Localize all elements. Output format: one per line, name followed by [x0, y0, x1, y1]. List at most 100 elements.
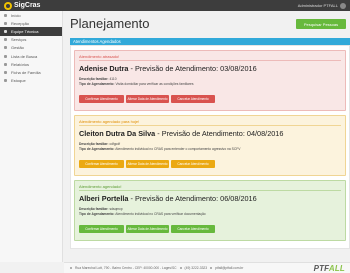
detail-value: sdsqmcp	[109, 207, 123, 211]
sidebar-item-gestao[interactable]: Gestão	[0, 44, 62, 52]
cancel-button[interactable]: Cancelar Atendimento	[171, 225, 215, 233]
sidebar-item-label: Gestão	[11, 45, 24, 51]
home-icon	[4, 13, 7, 17]
detail-value: 4110	[109, 77, 117, 81]
change-date-button[interactable]: Alterar Data de Atendimento	[126, 160, 169, 168]
app-name: SigCras	[14, 2, 41, 9]
patient-name: Cleiton Dutra Da Silva	[79, 129, 156, 138]
footer: Rua Marechal Lott, 790 - Bairro Centro -…	[64, 262, 350, 273]
user-avatar-icon	[340, 2, 346, 9]
sidebar-item-ficha-de-familia[interactable]: Ficha de Família	[0, 68, 62, 76]
footer-contact: Rua Marechal Lott, 790 - Bairro Centro -…	[70, 266, 243, 270]
patient-name: Adenise Dutra	[79, 64, 129, 73]
sidebar-item-relatorios[interactable]: Relatórios	[0, 60, 62, 68]
detail-label: Descrição familiar:	[79, 207, 109, 211]
detail-value: cdfgcdf	[109, 142, 121, 146]
appointment-type: Tipo de Agendamento: Atendimento individ…	[79, 212, 206, 216]
detail-label: Descrição familiar:	[79, 142, 109, 146]
card-actions: Confirmar Atendimento Alterar Data de At…	[79, 160, 215, 168]
sidebar-item-lista-de-busca[interactable]: Lista de Busca	[0, 52, 62, 60]
appointments-panel: Atendimento atrasado! Adenise Dutra - Pr…	[70, 45, 350, 249]
sidebar-item-label: Relatórios	[11, 61, 30, 67]
services-icon	[4, 38, 7, 42]
footer-email: ptfall@ptfall.com.br	[215, 266, 244, 270]
divider	[79, 190, 341, 191]
search-people-label: Pesquisar Pessoas	[303, 21, 339, 27]
patient-heading: Cleiton Dutra Da Silva - Previsão de Ate…	[79, 129, 283, 138]
patient-heading: Adenise Dutra - Previsão de Atendimento:…	[79, 64, 257, 73]
logo-part-b: ALL	[328, 264, 345, 273]
family-icon	[4, 70, 7, 74]
change-date-button[interactable]: Alterar Data de Atendimento	[126, 225, 169, 233]
family-description: Descrição familiar: 4110	[79, 77, 117, 81]
cancel-button[interactable]: Cancelar Atendimento	[171, 95, 215, 103]
email-icon	[210, 267, 213, 269]
sidebar-item-label: Estoque	[11, 78, 26, 84]
change-date-button[interactable]: Alterar Data de Atendimento	[126, 95, 169, 103]
cancel-button[interactable]: Cancelar Atendimento	[171, 160, 215, 168]
sidebar-item-inicio[interactable]: Início	[0, 11, 62, 19]
sidebar-item-equipe-tecnica[interactable]: Equipe Técnica	[0, 27, 62, 36]
appointment-card: Atendimento agendado para hoje! Cleiton …	[74, 115, 346, 176]
status-badge: Atendimento agendado!	[79, 184, 122, 189]
app-logo[interactable]: SigCras	[4, 1, 40, 10]
page-title: Planejamento	[70, 16, 150, 31]
appointment-card: Atendimento atrasado! Adenise Dutra - Pr…	[74, 50, 346, 111]
confirm-button[interactable]: Confirmar Atendimento	[79, 160, 124, 168]
main-content: Planejamento Pesquisar Pessoas Atendimen…	[64, 11, 350, 262]
patient-name: Alberi Portella	[79, 194, 129, 203]
logo-part-a: PTF	[313, 264, 329, 273]
detail-value: Visita domiciliar para verificar as cond…	[115, 82, 194, 86]
appointment-type: Tipo de Agendamento: Atendimento individ…	[79, 147, 240, 151]
appointment-date: - Previsão de Atendimento: 03/08/2016	[128, 64, 257, 73]
phone-icon	[179, 267, 182, 269]
patient-heading: Alberi Portella - Previsão de Atendiment…	[79, 194, 257, 203]
user-menu[interactable]: Administrador PTFALL	[298, 2, 346, 9]
sidebar-item-label: Ficha de Família	[11, 69, 41, 75]
management-icon	[4, 46, 7, 50]
appointment-date: - Previsão de Atendimento: 04/08/2016	[155, 129, 284, 138]
detail-label: Tipo de Agendamento:	[79, 82, 115, 86]
divider	[79, 125, 341, 126]
detail-label: Tipo de Agendamento:	[79, 212, 115, 216]
family-description: Descrição familiar: cdfgcdf	[79, 142, 120, 146]
sidebar-item-label: Início	[11, 12, 21, 18]
appointment-card: Atendimento agendado! Alberi Portella - …	[74, 180, 346, 241]
appointment-type: Tipo de Agendamento: Visita domiciliar p…	[79, 82, 193, 86]
company-logo[interactable]: PTFALL	[314, 264, 345, 273]
list-icon	[4, 54, 7, 58]
reports-icon	[4, 62, 7, 66]
top-bar: SigCras Administrador PTFALL	[0, 0, 350, 11]
sidebar-item-label: Equipe Técnica	[11, 28, 39, 34]
search-people-button[interactable]: Pesquisar Pessoas	[296, 19, 346, 29]
section-header: Atendimentos Agendados	[70, 38, 350, 45]
stock-icon	[4, 79, 7, 83]
reception-icon	[4, 21, 7, 25]
divider	[79, 60, 341, 61]
team-icon	[4, 29, 7, 33]
status-badge: Atendimento atrasado!	[79, 54, 120, 59]
sidebar-item-label: Recepção	[11, 20, 30, 26]
sidebar-item-recepcao[interactable]: Recepção	[0, 19, 62, 27]
footer-address: Rua Marechal Lott, 790 - Bairro Centro -…	[75, 266, 177, 270]
sidebar-item-label: Lista de Busca	[11, 53, 38, 59]
location-icon	[70, 267, 72, 269]
appointment-date: - Previsão de Atendimento: 06/08/2016	[128, 194, 257, 203]
sidebar-item-servicos[interactable]: Serviços	[0, 36, 62, 44]
sidebar-item-estoque[interactable]: Estoque	[0, 77, 62, 85]
sidebar-item-label: Serviços	[11, 37, 27, 43]
detail-label: Descrição familiar:	[79, 77, 109, 81]
detail-value: Atendimento individual no CRAS para veri…	[115, 212, 206, 216]
family-description: Descrição familiar: sdsqmcp	[79, 207, 123, 211]
card-actions: Confirmar Atendimento Alterar Data de At…	[79, 95, 215, 103]
logo-icon	[4, 1, 12, 10]
user-name: Administrador PTFALL	[297, 3, 338, 8]
sidebar: Início Recepção Equipe Técnica Serviços …	[0, 11, 63, 262]
detail-value: Atendimento individual no CRAS para ente…	[115, 147, 241, 151]
confirm-button[interactable]: Confirmar Atendimento	[79, 225, 124, 233]
card-actions: Confirmar Atendimento Alterar Data de At…	[79, 225, 215, 233]
status-badge: Atendimento agendado para hoje!	[79, 119, 140, 124]
detail-label: Tipo de Agendamento:	[79, 147, 115, 151]
confirm-button[interactable]: Confirmar Atendimento	[79, 95, 124, 103]
footer-phone: (49) 3222-3323	[184, 266, 208, 270]
